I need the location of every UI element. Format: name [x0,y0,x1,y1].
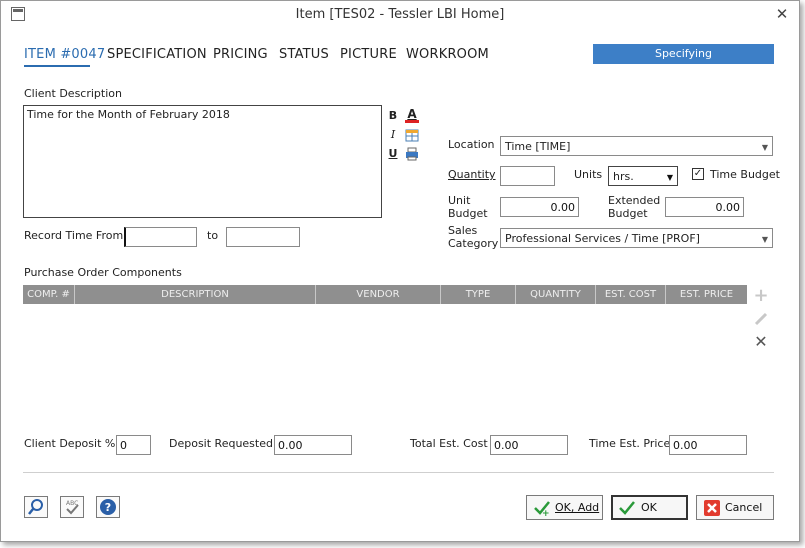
column-header[interactable]: VENDOR [316,285,441,304]
ok-button[interactable]: OK [611,495,688,520]
time-budget-checkbox[interactable]: ✓ [692,168,704,180]
extended-budget-label-line1: Extended [608,194,661,207]
sales-category-value: Professional Services / Time [PROF] [505,232,700,245]
title-bar[interactable]: Item [TES02 - Tessler LBI Home] ✕ [1,1,799,29]
tab-specification[interactable]: SPECIFICATION [107,47,207,62]
location-value: Time [TIME] [505,140,571,153]
sales-category-label-line1: Sales [448,224,478,237]
extended-budget-label-line2: Budget [608,207,648,220]
close-icon[interactable]: ✕ [773,5,791,23]
location-label: Location [448,138,495,151]
ok-add-label: OK, Add [555,501,600,514]
unit-budget-input[interactable]: 0.00 [500,197,579,217]
time-est-price-input[interactable]: 0.00 [669,435,747,455]
spell-check-icon: ABC [66,500,79,515]
unit-budget-label-line1: Unit [448,194,471,207]
window-title: Item [TES02 - Tessler LBI Home] [295,7,505,22]
po-grid-body[interactable] [23,304,747,414]
footer-divider [23,472,774,473]
units-value: hrs. [613,170,634,183]
chevron-down-icon: ▼ [761,235,768,244]
client-deposit-input[interactable]: 0 [116,435,151,455]
client-deposit-label: Client Deposit % [24,437,116,450]
record-time-from-label: Record Time From [24,229,124,242]
edit-pencil-icon[interactable] [753,311,769,327]
sales-category-label-line2: Category [448,237,499,250]
tab-item[interactable]: ITEM #0047 [24,47,105,62]
cancel-label: Cancel [725,501,763,514]
chevron-down-icon: ▼ [761,143,768,152]
search-icon [28,499,43,515]
po-grid-header: COMP. # DESCRIPTION VENDOR TYPE QUANTITY… [23,285,747,304]
help-icon: ? [100,499,116,515]
record-time-to-input[interactable] [226,227,300,247]
record-time-from-input[interactable] [124,227,197,247]
tab-pricing[interactable]: PRICING [213,47,268,62]
column-header[interactable]: TYPE [441,285,516,304]
quantity-input[interactable] [500,166,555,186]
italic-button[interactable]: I [387,128,399,141]
client-description-label: Client Description [24,87,122,100]
quantity-label: Quantity [448,168,496,181]
unit-budget-label-line2: Budget [448,207,488,220]
font-color-letter: A [407,107,417,121]
po-components-label: Purchase Order Components [24,266,182,279]
column-header[interactable]: EST. PRICE [666,285,747,304]
deposit-requested-input[interactable]: 0.00 [274,435,352,455]
active-tab-indicator [24,65,90,67]
cancel-icon [704,500,720,516]
add-icon[interactable]: + [752,287,770,305]
extended-budget-input[interactable]: 0.00 [665,197,744,217]
check-icon [619,501,635,515]
column-header[interactable]: COMP. # [23,285,75,304]
total-est-cost-input[interactable]: 0.00 [490,435,568,455]
svg-text:+: + [542,509,550,517]
record-time-to-label: to [207,229,219,242]
insert-table-icon[interactable] [405,128,419,142]
ok-add-button[interactable]: + OK, Add [526,495,603,520]
location-select[interactable]: Time [TIME] ▼ [500,136,773,156]
units-label: Units [574,168,603,181]
time-budget-label: Time Budget [710,168,780,181]
column-header[interactable]: EST. COST [596,285,666,304]
item-dialog: Item [TES02 - Tessler LBI Home] ✕ ITEM #… [0,0,800,542]
delete-icon[interactable]: ✕ [752,333,770,351]
cancel-button[interactable]: Cancel [696,495,774,520]
svg-text:?: ? [105,501,111,514]
column-header[interactable]: QUANTITY [516,285,596,304]
tab-picture[interactable]: PICTURE [340,47,397,62]
column-header[interactable]: DESCRIPTION [75,285,316,304]
help-button[interactable]: ? [96,496,120,518]
ok-label: OK [641,501,657,514]
time-est-price-label: Time Est. Price [589,437,671,450]
underline-button[interactable]: U [387,147,399,160]
sales-category-select[interactable]: Professional Services / Time [PROF] ▼ [500,228,773,248]
font-color-icon[interactable]: A [405,107,419,123]
status-badge: Specifying [593,44,774,64]
tab-status[interactable]: STATUS [279,47,329,62]
units-select[interactable]: hrs. ▼ [608,166,678,186]
client-description-textarea[interactable]: Time for the Month of February 2018 [23,105,382,218]
print-icon[interactable] [405,147,419,161]
deposit-requested-label: Deposit Requested [169,437,273,450]
bold-button[interactable]: B [387,109,399,122]
tab-workroom[interactable]: WORKROOM [406,47,489,62]
search-button[interactable] [24,496,48,518]
spell-check-button[interactable]: ABC [60,496,84,518]
total-est-cost-label: Total Est. Cost [410,437,488,450]
chevron-down-icon: ▼ [666,173,673,182]
check-add-icon: + [534,501,550,517]
